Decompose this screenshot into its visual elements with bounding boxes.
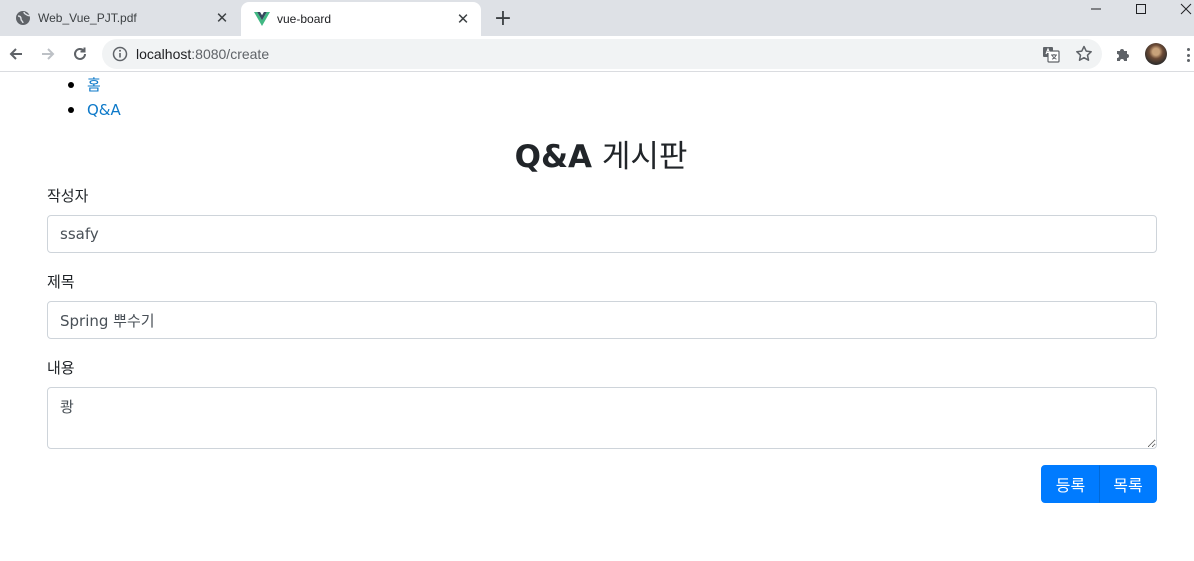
profile-avatar[interactable] [1145, 43, 1167, 65]
tab-title: vue-board [277, 12, 332, 26]
page-title-rest: 게시판 [591, 139, 688, 175]
back-arrow-icon[interactable] [4, 42, 28, 66]
url-path: :8080/create [191, 46, 270, 62]
nav-item-qna: Q&A [68, 98, 121, 123]
nav-item-home: 홈 [68, 73, 121, 98]
tab-vue-board[interactable]: vue-board ✕ [241, 2, 481, 36]
content-label: 내용 [47, 359, 75, 377]
translate-icon[interactable] [1042, 45, 1060, 63]
close-tab-icon[interactable]: ✕ [455, 11, 471, 28]
bookmark-star-icon[interactable] [1074, 44, 1094, 64]
address-bar[interactable]: localhost:8080/create [102, 39, 1102, 69]
page-title-bold: Q&A [514, 139, 592, 175]
writer-input[interactable] [47, 215, 1157, 253]
content-textarea[interactable]: 쾅 [47, 387, 1157, 449]
minimize-window-icon[interactable] [1076, 0, 1116, 18]
nav-link-qna[interactable]: Q&A [87, 101, 121, 119]
url-host: localhost [136, 46, 192, 62]
title-label: 제목 [47, 273, 75, 291]
register-button[interactable]: 등록 [1041, 465, 1100, 503]
maximize-window-icon[interactable] [1121, 0, 1161, 18]
browser-menu-icon[interactable] [1182, 45, 1194, 65]
tab-strip: Web_Vue_PJT.pdf ✕ vue-board ✕ + [0, 0, 1194, 36]
vue-logo-icon [254, 11, 270, 27]
close-window-icon[interactable] [1166, 0, 1194, 18]
tab-title: Web_Vue_PJT.pdf [38, 11, 137, 25]
forward-arrow-icon[interactable] [36, 42, 60, 66]
browser-toolbar: localhost:8080/create [0, 36, 1194, 72]
page-content: 홈 Q&A Q&A 게시판 작성자 제목 내용 쾅 등록 목록 [0, 73, 1194, 561]
list-button[interactable]: 목록 [1099, 465, 1157, 503]
page-title: Q&A 게시판 [0, 137, 1194, 177]
url-text: localhost:8080/create [136, 46, 269, 62]
title-input[interactable] [47, 301, 1157, 339]
extensions-puzzle-icon[interactable] [1113, 45, 1133, 65]
writer-label: 작성자 [47, 187, 89, 205]
new-tab-button[interactable]: + [493, 8, 513, 30]
tab-pdf[interactable]: Web_Vue_PJT.pdf ✕ [0, 0, 240, 36]
nav-link-home[interactable]: 홈 [87, 76, 101, 94]
info-icon[interactable] [112, 46, 128, 62]
reload-icon[interactable] [68, 42, 92, 66]
nav-list: 홈 Q&A [68, 73, 121, 123]
close-tab-icon[interactable]: ✕ [214, 10, 230, 27]
globe-icon [15, 10, 31, 26]
